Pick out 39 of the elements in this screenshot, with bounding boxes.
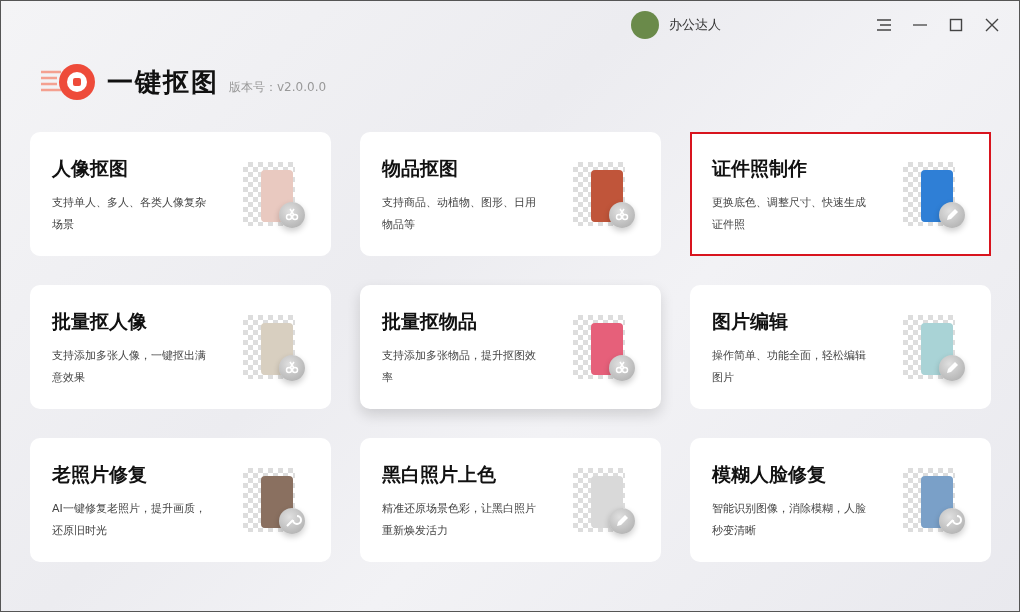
feature-card[interactable]: 模糊人脸修复 智能识别图像，消除模糊，人脸秒变清晰 — [690, 438, 991, 562]
card-description: 支持添加多张人像，一键抠出满意效果 — [52, 348, 207, 386]
card-title: 人像抠图 — [52, 156, 129, 181]
pencil-icon — [939, 355, 965, 381]
card-description: AI一键修复老照片，提升画质，还原旧时光 — [52, 501, 207, 539]
scissors-icon — [279, 355, 305, 381]
card-description: 支持添加多张物品，提升抠图效率 — [382, 348, 537, 386]
card-title: 证件照制作 — [712, 156, 808, 181]
card-description: 精准还原场景色彩，让黑白照片重新焕发活力 — [382, 501, 537, 539]
version-label: 版本号：v2.0.0.0 — [229, 78, 327, 96]
feature-card[interactable]: 黑白照片上色 精准还原场景色彩，让黑白照片重新焕发活力 — [360, 438, 661, 562]
feature-card[interactable]: 证件照制作 更换底色、调整尺寸、快速生成证件照 — [690, 132, 991, 256]
avatar[interactable] — [631, 11, 659, 39]
app-title: 一键抠图 — [107, 65, 219, 99]
feature-card[interactable]: 批量抠人像 支持添加多张人像，一键抠出满意效果 — [30, 285, 331, 409]
scissors-icon — [279, 202, 305, 228]
card-title: 批量抠人像 — [52, 309, 148, 334]
card-description: 操作简单、功能全面，轻松编辑图片 — [712, 348, 867, 386]
scissors-icon — [609, 202, 635, 228]
card-description: 智能识别图像，消除模糊，人脸秒变清晰 — [712, 501, 867, 539]
feature-card[interactable]: 老照片修复 AI一键修复老照片，提升画质，还原旧时光 — [30, 438, 331, 562]
feature-card[interactable]: 物品抠图 支持商品、动植物、图形、日用物品等 — [360, 132, 661, 256]
logo-icon — [39, 62, 97, 102]
pencil-icon — [939, 202, 965, 228]
card-title: 黑白照片上色 — [382, 462, 497, 487]
card-description: 支持商品、动植物、图形、日用物品等 — [382, 195, 537, 233]
card-title: 批量抠物品 — [382, 309, 478, 334]
feature-card[interactable]: 人像抠图 支持单人、多人、各类人像复杂场景 — [30, 132, 331, 256]
card-title: 物品抠图 — [382, 156, 459, 181]
card-description: 更换底色、调整尺寸、快速生成证件照 — [712, 195, 867, 233]
card-description: 支持单人、多人、各类人像复杂场景 — [52, 195, 207, 233]
card-title: 模糊人脸修复 — [712, 462, 827, 487]
pencil-icon — [609, 508, 635, 534]
feature-card[interactable]: 图片编辑 操作简单、功能全面，轻松编辑图片 — [690, 285, 991, 409]
card-title: 老照片修复 — [52, 462, 148, 487]
card-title: 图片编辑 — [712, 309, 789, 334]
feature-card[interactable]: 批量抠物品 支持添加多张物品，提升抠图效率 — [360, 285, 661, 409]
user-name[interactable]: 办公达人 — [669, 16, 721, 34]
scissors-icon — [609, 355, 635, 381]
